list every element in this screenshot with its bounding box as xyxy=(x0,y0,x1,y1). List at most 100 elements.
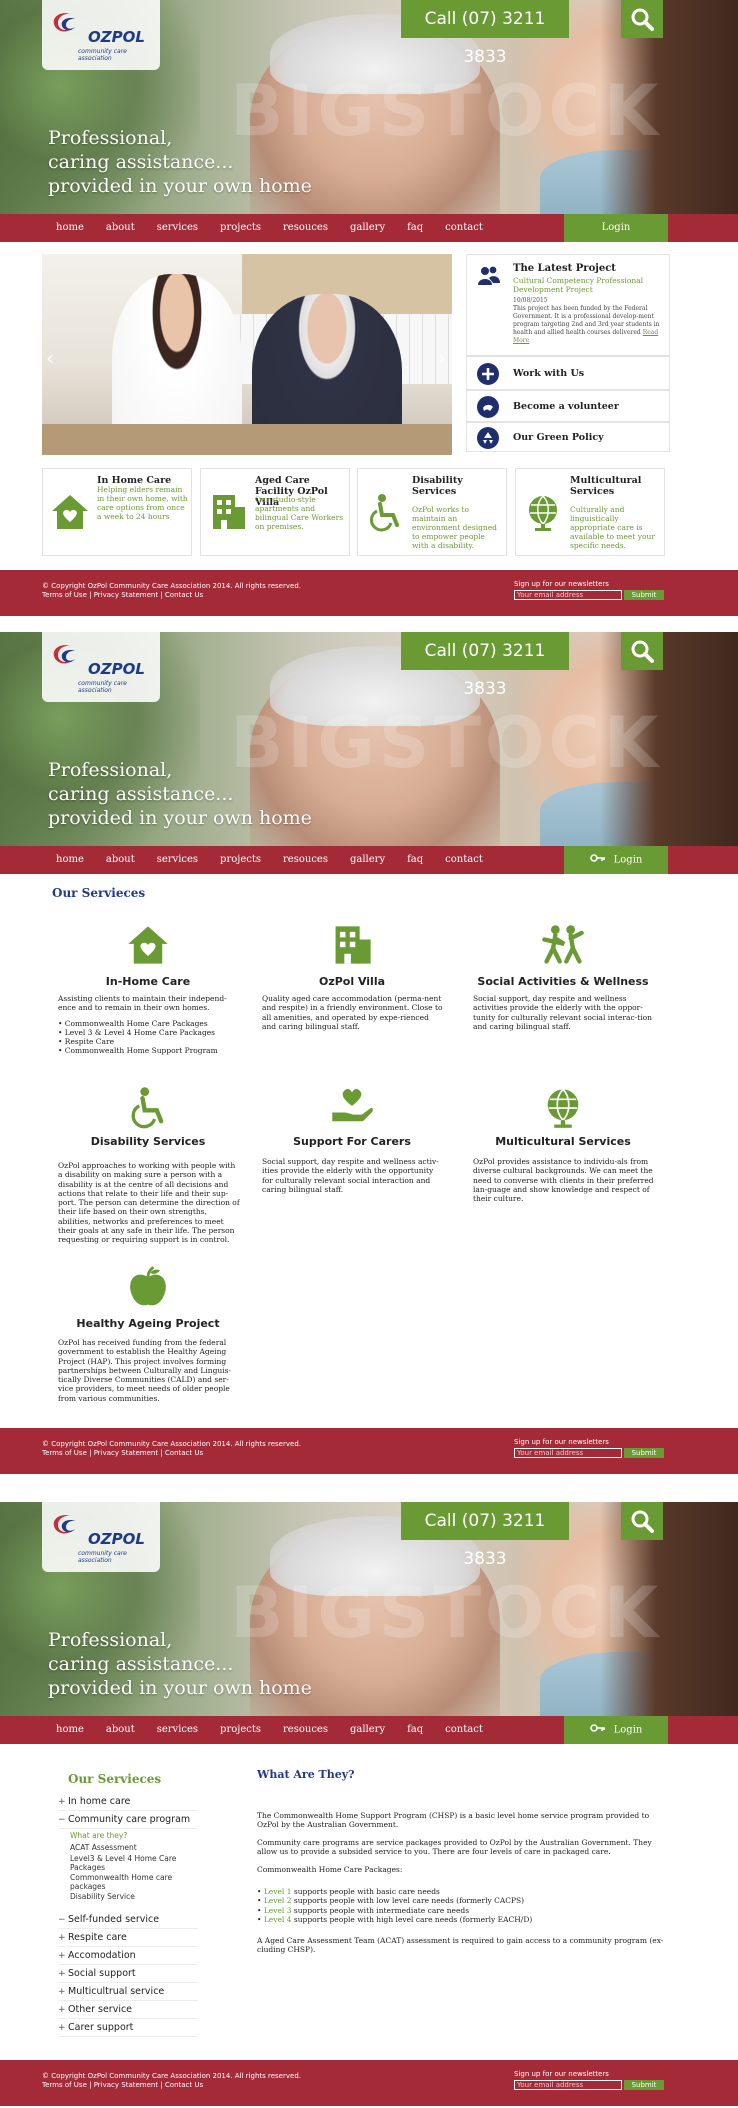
footer-links[interactable]: Terms of Use | Privacy Statement | Conta… xyxy=(42,2081,301,2090)
footer-links[interactable]: Terms of Use | Privacy Statement | Conta… xyxy=(42,591,301,600)
side-submenu-item[interactable]: Commonwealth Home care packages xyxy=(70,1873,198,1891)
collapse-icon[interactable]: − xyxy=(58,1815,66,1825)
newsletter-email-input[interactable]: Your email address xyxy=(514,1448,622,1458)
nav-item-home[interactable]: home xyxy=(56,1716,84,1744)
care-level-link[interactable]: Level 2 xyxy=(264,1896,292,1905)
search-button[interactable] xyxy=(621,0,663,38)
feature-card[interactable]: Disability Services OzPol works to mainta… xyxy=(357,468,507,556)
nav-item-about[interactable]: about xyxy=(106,1716,135,1744)
nav-item-about[interactable]: about xyxy=(106,214,135,242)
hero-tagline: Professional, caring assistance... provide… xyxy=(48,1628,312,1700)
phone-number-button[interactable]: Call (07) 3211 3833 xyxy=(401,0,569,67)
service-title[interactable]: OzPol Villa xyxy=(262,975,442,988)
care-level-link[interactable]: Level 3 xyxy=(264,1906,292,1915)
side-menu-item[interactable]: − Self-funded service xyxy=(58,1911,198,1929)
side-link-label: Become a volunteer xyxy=(513,401,619,412)
side-menu-label: Carer support xyxy=(68,2022,134,2033)
slider-prev-icon[interactable]: ‹ xyxy=(46,346,54,370)
newsletter-email-input[interactable]: Your email address xyxy=(514,590,622,600)
nav-item-faq[interactable]: faq xyxy=(407,846,423,874)
side-submenu-item[interactable]: Disability Service xyxy=(70,1892,198,1901)
side-menu-item[interactable]: − Community care program xyxy=(58,1811,198,1829)
collapse-icon[interactable]: − xyxy=(58,1915,66,1925)
side-submenu-item[interactable]: ACAT Assessment xyxy=(70,1843,198,1852)
nav-item-services[interactable]: services xyxy=(157,214,198,242)
latest-project-subtitle[interactable]: Cultural Competency Professional Develop… xyxy=(513,276,663,294)
expand-icon[interactable]: + xyxy=(58,1951,66,1961)
login-button[interactable]: Login xyxy=(564,1716,668,1744)
logo[interactable]: OZPOL community care association xyxy=(42,1502,160,1572)
expand-icon[interactable]: + xyxy=(58,2023,66,2033)
nav-item-gallery[interactable]: gallery xyxy=(350,214,385,242)
dancers-icon xyxy=(540,922,586,968)
nav-item-contact[interactable]: contact xyxy=(445,846,483,874)
expand-icon[interactable]: + xyxy=(58,1969,66,1979)
nav-item-projects[interactable]: projects xyxy=(220,1716,261,1744)
service-title[interactable]: Healthy Ageing Project xyxy=(58,1317,238,1330)
latest-project-title: The Latest Project xyxy=(513,263,616,274)
nav-item-gallery[interactable]: gallery xyxy=(350,846,385,874)
side-menu-item[interactable]: + Multicultrual service xyxy=(58,1983,198,2001)
side-menu-item[interactable]: + Carer support xyxy=(58,2019,198,2037)
login-button[interactable]: Login xyxy=(564,214,668,242)
search-button[interactable] xyxy=(621,632,663,670)
tagline-line: Professional, xyxy=(48,1629,173,1651)
service-title[interactable]: Social Activities & Wellness xyxy=(473,975,653,988)
side-submenu-item[interactable]: Level3 & Level 4 Home Care Packages xyxy=(70,1854,198,1872)
tagline-line: provided in your own home xyxy=(48,1677,312,1699)
nav-item-home[interactable]: home xyxy=(56,846,84,874)
expand-icon[interactable]: + xyxy=(58,1987,66,1997)
hand-heart-icon xyxy=(329,1084,375,1130)
side-link-2[interactable]: Our Green Policy xyxy=(466,422,670,452)
nav-item-contact[interactable]: contact xyxy=(445,1716,483,1744)
side-menu-item[interactable]: + Other service xyxy=(58,2001,198,2019)
service-title[interactable]: Multicultural Services xyxy=(473,1135,653,1148)
phone-number-button[interactable]: Call (07) 3211 3833 xyxy=(401,632,569,699)
service-title[interactable]: In-Home Care xyxy=(58,975,238,988)
side-menu-item[interactable]: + In home care xyxy=(58,1793,198,1811)
nav-item-resouces[interactable]: resouces xyxy=(283,846,328,874)
newsletter-email-input[interactable]: Your email address xyxy=(514,2080,622,2090)
side-menu-item[interactable]: + Social support xyxy=(58,1965,198,1983)
slider-next-icon[interactable]: › xyxy=(438,346,446,370)
expand-icon[interactable]: + xyxy=(58,2005,66,2015)
logo[interactable]: OZPOL community care association xyxy=(42,0,160,70)
nav-item-home[interactable]: home xyxy=(56,214,84,242)
newsletter-submit-button[interactable]: Submit xyxy=(624,1448,664,1458)
side-menu-item[interactable]: + Respite care xyxy=(58,1929,198,1947)
service-title[interactable]: Disability Services xyxy=(58,1135,238,1148)
phone-number-button[interactable]: Call (07) 3211 3833 xyxy=(401,1502,569,1569)
feature-card[interactable]: Aged Care Facility OzPol Villa Our studio… xyxy=(200,468,350,556)
care-level-link[interactable]: Level 1 xyxy=(264,1887,292,1896)
newsletter-submit-button[interactable]: Submit xyxy=(624,2080,664,2090)
nav-item-services[interactable]: services xyxy=(157,846,198,874)
nav-item-projects[interactable]: projects xyxy=(220,846,261,874)
expand-icon[interactable]: + xyxy=(58,1797,66,1807)
nav-item-resouces[interactable]: resouces xyxy=(283,1716,328,1744)
logo[interactable]: OZPOL community care association xyxy=(42,632,160,702)
care-level-link[interactable]: Level 4 xyxy=(264,1915,292,1924)
feature-title: Disability Services xyxy=(412,475,463,497)
side-menu-item[interactable]: + Accomodation xyxy=(58,1947,198,1965)
newsletter-submit-button[interactable]: Submit xyxy=(624,590,664,600)
side-submenu-item[interactable]: What are they? xyxy=(70,1831,198,1840)
volunteer-icon xyxy=(477,396,499,418)
nav-item-services[interactable]: services xyxy=(157,1716,198,1744)
nav-item-resouces[interactable]: resouces xyxy=(283,214,328,242)
nav-item-faq[interactable]: faq xyxy=(407,1716,423,1744)
nav-item-about[interactable]: about xyxy=(106,846,135,874)
nav-item-projects[interactable]: projects xyxy=(220,214,261,242)
side-link-0[interactable]: Work with Us xyxy=(466,356,670,390)
feature-card[interactable]: In Home Care Helping elders remain in the… xyxy=(42,468,192,556)
search-button[interactable] xyxy=(621,1502,663,1540)
nav-item-faq[interactable]: faq xyxy=(407,214,423,242)
login-button[interactable]: Login xyxy=(564,846,668,874)
service-title[interactable]: Support For Carers xyxy=(262,1135,442,1148)
feature-card[interactable]: Multicultural Services Culturally and lin… xyxy=(515,468,665,556)
nav-item-gallery[interactable]: gallery xyxy=(350,1716,385,1744)
nav-item-contact[interactable]: contact xyxy=(445,214,483,242)
footer-links[interactable]: Terms of Use | Privacy Statement | Conta… xyxy=(42,1449,301,1458)
expand-icon[interactable]: + xyxy=(58,1933,66,1943)
home-slider[interactable]: ‹ › xyxy=(42,254,452,455)
side-link-1[interactable]: Become a volunteer xyxy=(466,390,670,422)
